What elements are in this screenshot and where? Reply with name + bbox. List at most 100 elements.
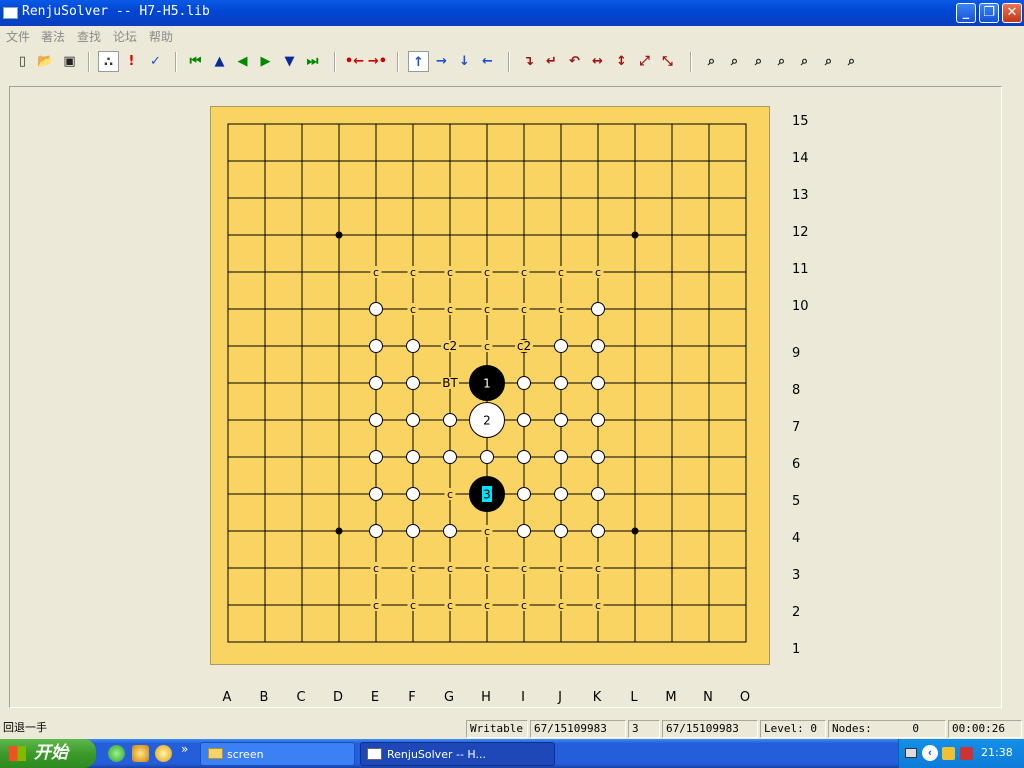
status-position-2: 67/15109983 <box>662 720 758 738</box>
folder-icon <box>208 748 223 759</box>
row-label: 12 <box>792 225 809 240</box>
board-label: c <box>595 562 601 575</box>
column-label: I <box>521 690 525 705</box>
column-label: E <box>370 690 380 705</box>
star-point <box>631 231 639 239</box>
candidate-marker[interactable] <box>406 376 420 390</box>
tray-app-1-icon[interactable] <box>942 747 955 760</box>
candidate-marker[interactable] <box>406 524 420 538</box>
candidate-marker[interactable] <box>591 413 605 427</box>
status-nodes-label: Nodes: <box>828 720 880 738</box>
candidate-marker[interactable] <box>554 524 568 538</box>
board-label: c <box>558 562 564 575</box>
candidate-marker[interactable] <box>480 450 494 464</box>
board-label: c <box>410 562 416 575</box>
star-point <box>335 527 343 535</box>
row-label: 13 <box>792 188 809 203</box>
task-renjusolver[interactable]: RenjuSolver -- H... <box>360 742 555 766</box>
board-label: c <box>595 599 601 612</box>
candidate-marker[interactable] <box>517 524 531 538</box>
row-label: 11 <box>792 262 809 277</box>
candidate-marker[interactable] <box>369 450 383 464</box>
quicklaunch-browser-icon[interactable] <box>108 745 125 762</box>
column-label: J <box>558 690 562 705</box>
candidate-marker[interactable] <box>591 376 605 390</box>
candidate-marker[interactable] <box>406 487 420 501</box>
row-label: 3 <box>792 568 801 583</box>
star-point <box>631 527 639 535</box>
candidate-marker[interactable] <box>369 339 383 353</box>
task-screen[interactable]: screen <box>200 742 355 766</box>
candidate-marker[interactable] <box>554 413 568 427</box>
board-label: c <box>484 303 490 316</box>
tray-app-2-icon[interactable] <box>960 747 973 760</box>
quicklaunch-media-icon[interactable] <box>155 745 172 762</box>
candidate-marker[interactable] <box>591 524 605 538</box>
candidate-marker[interactable] <box>406 413 420 427</box>
status-nodes: 0 <box>880 720 946 738</box>
board-label: c <box>373 562 379 575</box>
candidate-marker[interactable] <box>517 487 531 501</box>
board-label: c <box>558 303 564 316</box>
candidate-marker[interactable] <box>406 339 420 353</box>
row-label: 4 <box>792 531 801 546</box>
candidate-marker[interactable] <box>554 339 568 353</box>
candidate-marker[interactable] <box>369 524 383 538</box>
row-label: 7 <box>792 420 801 435</box>
column-label: D <box>332 690 343 705</box>
quicklaunch-tool-icon[interactable] <box>132 745 149 762</box>
board-label: c <box>447 266 453 279</box>
candidate-marker[interactable] <box>591 302 605 316</box>
candidate-marker[interactable] <box>517 376 531 390</box>
column-label: F <box>408 690 416 705</box>
board-label: c <box>521 599 527 612</box>
tray-expand-icon[interactable]: ‹ <box>922 745 938 761</box>
candidate-marker[interactable] <box>517 413 531 427</box>
row-label: 1 <box>792 642 801 657</box>
row-label: 8 <box>792 383 801 398</box>
column-label: G <box>443 690 455 705</box>
candidate-marker[interactable] <box>591 487 605 501</box>
candidate-marker[interactable] <box>554 487 568 501</box>
candidate-marker[interactable] <box>591 339 605 353</box>
status-time: 00:00:26 <box>948 720 1022 738</box>
board-label: c <box>484 266 490 279</box>
column-label: C <box>296 690 306 705</box>
candidate-marker[interactable] <box>443 524 457 538</box>
candidate-marker[interactable] <box>554 450 568 464</box>
board-label: BT <box>442 376 458 390</box>
keyboard-icon[interactable] <box>905 748 917 758</box>
board-label: c <box>410 266 416 279</box>
board-label: c <box>447 562 453 575</box>
board-label: c <box>521 562 527 575</box>
candidate-marker[interactable] <box>443 413 457 427</box>
quicklaunch-more[interactable]: » <box>181 742 188 756</box>
board-label: c <box>410 599 416 612</box>
board-grid[interactable]: c c c c c c cc c c c cc2 c c2BTccc c c c c c cc c c c c c c123 <box>0 0 1024 768</box>
candidate-marker[interactable] <box>406 450 420 464</box>
board-label: c <box>484 599 490 612</box>
candidate-marker[interactable] <box>369 413 383 427</box>
board-label: c <box>484 525 490 538</box>
candidate-marker[interactable] <box>369 487 383 501</box>
windows-logo-icon <box>9 746 26 761</box>
taskbar: 开始 » screen RenjuSolver -- H... ‹ 21:38 <box>0 739 1024 768</box>
column-label: N <box>703 690 713 705</box>
status-move: 3 <box>628 720 660 738</box>
start-button[interactable]: 开始 <box>0 739 96 768</box>
column-label: B <box>259 690 269 705</box>
row-label: 9 <box>792 346 801 361</box>
candidate-marker[interactable] <box>591 450 605 464</box>
column-label: L <box>630 690 638 705</box>
candidate-marker[interactable] <box>554 376 568 390</box>
candidate-marker[interactable] <box>517 450 531 464</box>
board-label: c2 <box>517 339 531 353</box>
column-label: O <box>739 690 751 705</box>
row-label: 6 <box>792 457 801 472</box>
candidate-marker[interactable] <box>443 450 457 464</box>
candidate-marker[interactable] <box>369 376 383 390</box>
board-label: c <box>558 599 564 612</box>
renjusolver-task-icon <box>367 748 382 760</box>
board-label: c <box>521 303 527 316</box>
candidate-marker[interactable] <box>369 302 383 316</box>
